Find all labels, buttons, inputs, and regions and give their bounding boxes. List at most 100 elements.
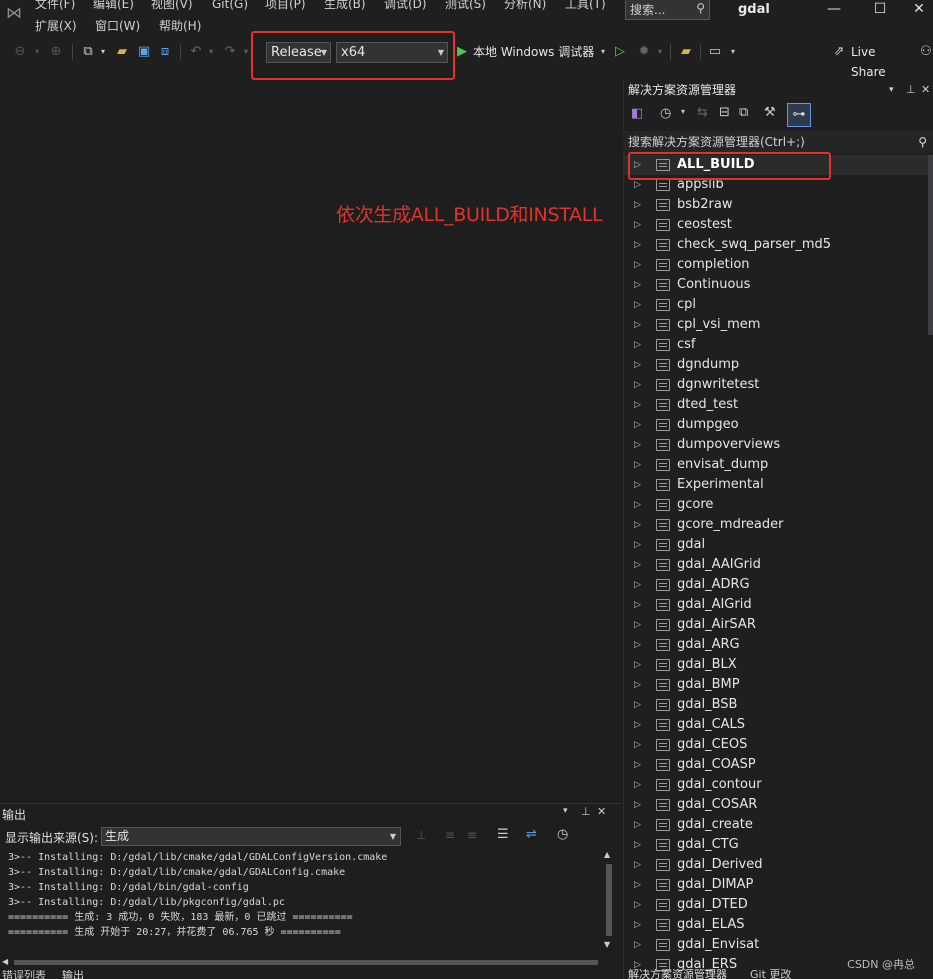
expand-arrow-icon[interactable]: ▷ — [634, 515, 641, 535]
expand-arrow-icon[interactable]: ▷ — [634, 295, 641, 315]
tree-item[interactable]: ▷ gdal_create — [624, 815, 930, 835]
chevron-down-icon[interactable]: ▾ — [598, 42, 608, 62]
expand-arrow-icon[interactable]: ▷ — [634, 335, 641, 355]
clear-all-icon[interactable]: ☰ — [497, 827, 509, 842]
tree-item[interactable]: ▷ dgndump — [624, 355, 930, 375]
expand-arrow-icon[interactable]: ▷ — [634, 695, 641, 715]
hot-reload-icon[interactable]: ✹ — [636, 42, 652, 62]
menu-test[interactable]: 测试(S) — [445, 0, 486, 11]
tree-item[interactable]: ▷ gdal — [624, 535, 930, 555]
tree-item[interactable]: ▷ gdal_CEOS — [624, 735, 930, 755]
expand-arrow-icon[interactable]: ▷ — [634, 875, 641, 895]
tree-item[interactable]: ▷ gdal_AAIGrid — [624, 555, 930, 575]
solution-search-input[interactable]: 搜索解决方案资源管理器(Ctrl+;) ⚲ — [623, 131, 933, 153]
go-to-message-icon[interactable]: ⊥ — [416, 828, 426, 842]
previous-message-icon[interactable]: ≡ — [445, 828, 455, 842]
save-all-icon[interactable]: ⧈ — [156, 42, 174, 62]
expand-arrow-icon[interactable]: ▷ — [634, 455, 641, 475]
tree-item[interactable]: ▷ gcore_mdreader — [624, 515, 930, 535]
scrollbar-thumb[interactable] — [14, 960, 598, 965]
solution-scrollbar[interactable] — [928, 155, 933, 335]
tree-item[interactable]: ▷ dumpgeo — [624, 415, 930, 435]
next-message-icon[interactable]: ≡ — [467, 828, 477, 842]
vs-switch-views-icon[interactable]: ◧ — [631, 106, 649, 121]
tree-item[interactable]: ▷ gdal_DTED — [624, 895, 930, 915]
expand-arrow-icon[interactable]: ▷ — [634, 595, 641, 615]
expand-arrow-icon[interactable]: ▷ — [634, 575, 641, 595]
tree-item[interactable]: ▷ gdal_CALS — [624, 715, 930, 735]
tree-item[interactable]: ▷ dted_test — [624, 395, 930, 415]
open-folder-icon[interactable]: ▰ — [677, 42, 695, 62]
output-text[interactable]: 3>-- Installing: D:/gdal/lib/cmake/gdal/… — [0, 850, 598, 962]
panel-menu-icon[interactable]: ▾ — [563, 806, 568, 816]
expand-arrow-icon[interactable]: ▷ — [634, 235, 641, 255]
expand-arrow-icon[interactable]: ▷ — [634, 275, 641, 295]
tree-item[interactable]: ▷ completion — [624, 255, 930, 275]
close-icon[interactable]: ✕ — [921, 80, 930, 100]
timestamp-icon[interactable]: ◷ — [557, 827, 568, 842]
expand-arrow-icon[interactable]: ▷ — [634, 715, 641, 735]
close-button[interactable]: ✕ — [899, 0, 933, 20]
chevron-down-icon[interactable]: ▾ — [728, 42, 738, 62]
tree-item[interactable]: ▷ gdal_Derived — [624, 855, 930, 875]
menu-build[interactable]: 生成(B) — [324, 0, 366, 11]
share-icon[interactable]: ⇗ — [830, 42, 848, 62]
tree-item[interactable]: ▷ cpl — [624, 295, 930, 315]
tree-item[interactable]: ▷ gdal_COSAR — [624, 795, 930, 815]
navigate-forward-icon[interactable]: ⊕ — [48, 42, 64, 62]
tree-item[interactable]: ▷ csf — [624, 335, 930, 355]
expand-arrow-icon[interactable]: ▷ — [634, 675, 641, 695]
menu-edit[interactable]: 编辑(E) — [93, 0, 134, 11]
close-icon[interactable]: ✕ — [597, 805, 606, 818]
expand-arrow-icon[interactable]: ▷ — [634, 615, 641, 635]
expand-arrow-icon[interactable]: ▷ — [634, 635, 641, 655]
tree-item[interactable]: ▷ bsb2raw — [624, 195, 930, 215]
preview-selected-icon[interactable]: ⊶ — [787, 103, 811, 127]
tree-item[interactable]: ▷ gdal_ELAS — [624, 915, 930, 935]
tree-item[interactable]: ▷ gdal_CTG — [624, 835, 930, 855]
tab-solution-explorer[interactable]: 解决方案资源管理器 — [628, 969, 738, 979]
open-folder-icon[interactable]: ▰ — [113, 42, 131, 62]
expand-arrow-icon[interactable]: ▷ — [634, 495, 641, 515]
tree-item[interactable]: ▷ ceostest — [624, 215, 930, 235]
expand-arrow-icon[interactable]: ▷ — [634, 855, 641, 875]
collapse-all-icon[interactable]: ⊟ — [719, 105, 730, 120]
expand-arrow-icon[interactable]: ▷ — [634, 755, 641, 775]
undo-icon[interactable]: ↶ — [188, 42, 204, 62]
menu-help[interactable]: 帮助(H) — [159, 19, 201, 33]
expand-arrow-icon[interactable]: ▷ — [634, 215, 641, 235]
expand-arrow-icon[interactable]: ▷ — [634, 935, 641, 955]
history-icon[interactable]: ◷ — [660, 106, 671, 121]
scroll-left-icon[interactable]: ◀ — [2, 957, 8, 966]
tree-item[interactable]: ▷ gdal_DIMAP — [624, 875, 930, 895]
tab-git-changes[interactable]: Git 更改 — [750, 969, 830, 979]
sync-icon[interactable]: ⇆ — [697, 105, 708, 120]
chevron-down-icon[interactable]: ▾ — [681, 107, 685, 116]
start-without-debugging-icon[interactable]: ▷ — [613, 42, 627, 62]
expand-arrow-icon[interactable]: ▷ — [634, 315, 641, 335]
properties-wrench-icon[interactable]: ⚒ — [764, 105, 776, 120]
account-icon[interactable]: ⚇ — [919, 42, 933, 62]
tree-item[interactable]: ▷ gdal_contour — [624, 775, 930, 795]
tree-item[interactable]: ▷ dgnwritetest — [624, 375, 930, 395]
tree-item[interactable]: ▷ dumpoverviews — [624, 435, 930, 455]
expand-arrow-icon[interactable]: ▷ — [634, 355, 641, 375]
tree-item[interactable]: ▷ cpl_vsi_mem — [624, 315, 930, 335]
expand-arrow-icon[interactable]: ▷ — [634, 195, 641, 215]
scroll-up-icon[interactable]: ▲ — [604, 850, 610, 859]
expand-arrow-icon[interactable]: ▷ — [634, 815, 641, 835]
expand-arrow-icon[interactable]: ▷ — [634, 255, 641, 275]
expand-arrow-icon[interactable]: ▷ — [634, 835, 641, 855]
expand-arrow-icon[interactable]: ▷ — [634, 915, 641, 935]
tree-item[interactable]: ▷ gdal_BMP — [624, 675, 930, 695]
expand-arrow-icon[interactable]: ▷ — [634, 375, 641, 395]
tree-item[interactable]: ▷ check_swq_parser_md5 — [624, 235, 930, 255]
run-icon[interactable]: ▶ — [455, 42, 469, 62]
scroll-down-icon[interactable]: ▼ — [604, 940, 610, 949]
output-horizontal-scrollbar[interactable]: ◀ — [0, 957, 598, 967]
tree-item[interactable]: ▷ gdal_BLX — [624, 655, 930, 675]
window-layout-icon[interactable]: ▭ — [706, 42, 724, 62]
chevron-down-icon[interactable]: ▾ — [32, 42, 42, 62]
menu-debug[interactable]: 调试(D) — [384, 0, 427, 11]
tree-item[interactable]: ▷ gdal_ADRG — [624, 575, 930, 595]
